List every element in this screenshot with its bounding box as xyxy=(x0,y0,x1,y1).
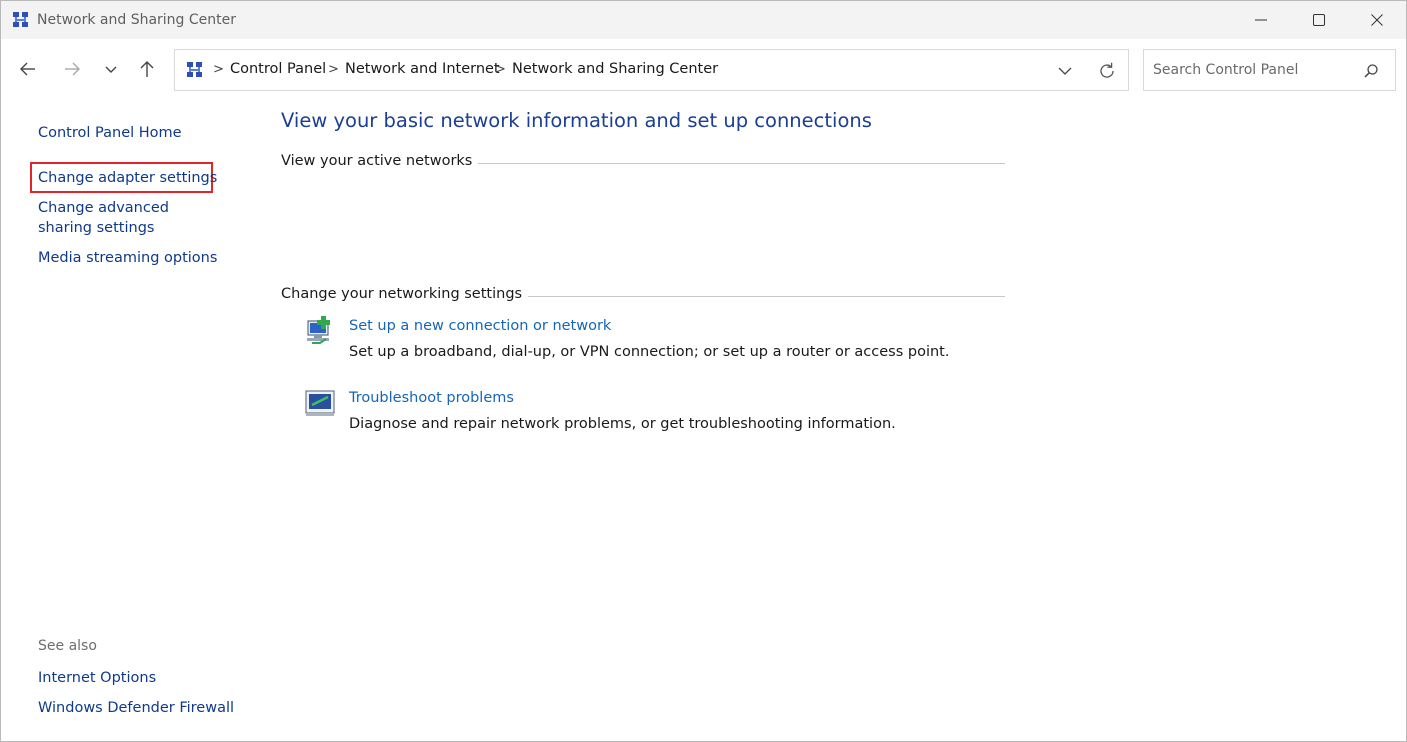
change-advanced-sharing-settings-link[interactable]: Change advanced sharing settings xyxy=(38,198,218,238)
address-dropdown-button[interactable] xyxy=(1055,62,1075,80)
search-box[interactable]: Search Control Panel xyxy=(1143,49,1396,91)
troubleshoot-icon[interactable] xyxy=(304,387,336,419)
control-panel-home-link[interactable]: Control Panel Home xyxy=(38,123,182,143)
breadcrumb-separator[interactable]: > xyxy=(495,62,506,77)
troubleshoot-problems-description: Diagnose and repair network problems, or… xyxy=(349,416,896,432)
page-title: View your basic network information and … xyxy=(281,109,872,132)
close-icon xyxy=(1371,14,1383,26)
recent-locations-button[interactable] xyxy=(98,56,124,82)
left-navigation-pane: Control Panel Home Change adapter settin… xyxy=(1,101,251,741)
up-button[interactable] xyxy=(134,56,160,82)
maximize-icon xyxy=(1313,14,1325,26)
window-title: Network and Sharing Center xyxy=(37,12,237,28)
setup-new-connection-link[interactable]: Set up a new connection or network xyxy=(349,318,611,334)
network-sharing-center-window: Network and Sharing Center > Control Pan… xyxy=(0,0,1407,742)
arrow-right-icon xyxy=(65,62,80,76)
change-adapter-settings-link[interactable]: Change adapter settings xyxy=(38,168,217,188)
back-button[interactable] xyxy=(15,56,41,82)
network-center-icon xyxy=(12,11,30,29)
refresh-icon xyxy=(1100,62,1114,78)
active-networks-label: View your active networks xyxy=(281,153,479,169)
chevron-down-icon xyxy=(105,66,117,73)
close-button[interactable] xyxy=(1348,1,1406,39)
windows-defender-firewall-link[interactable]: Windows Defender Firewall xyxy=(38,698,234,718)
see-also-label: See also xyxy=(38,638,97,654)
breadcrumb-control-panel[interactable]: Control Panel xyxy=(230,61,326,77)
internet-options-link[interactable]: Internet Options xyxy=(38,668,156,688)
title-bar[interactable]: Network and Sharing Center xyxy=(1,1,1406,39)
minimize-icon xyxy=(1255,19,1267,21)
search-icon[interactable] xyxy=(1362,62,1380,80)
breadcrumb-separator[interactable]: > xyxy=(213,62,224,77)
minimize-button[interactable] xyxy=(1232,1,1290,39)
search-input[interactable]: Search Control Panel xyxy=(1153,62,1298,78)
refresh-button[interactable] xyxy=(1096,60,1118,82)
active-networks-section: View your active networks xyxy=(281,153,1005,173)
networking-settings-section: Change your networking settings xyxy=(281,286,1005,306)
main-content: View your basic network information and … xyxy=(251,101,1406,741)
media-streaming-options-link[interactable]: Media streaming options xyxy=(38,248,217,268)
networking-settings-label: Change your networking settings xyxy=(281,286,529,302)
arrow-left-icon xyxy=(20,62,35,76)
forward-button[interactable] xyxy=(59,56,85,82)
control-panel-icon xyxy=(186,61,204,79)
address-bar[interactable]: > Control Panel > Network and Internet >… xyxy=(174,49,1129,91)
maximize-button[interactable] xyxy=(1290,1,1348,39)
navigation-bar: > Control Panel > Network and Internet >… xyxy=(1,39,1406,101)
new-connection-icon[interactable] xyxy=(304,315,336,347)
chevron-down-icon xyxy=(1058,67,1072,75)
breadcrumb-separator[interactable]: > xyxy=(328,62,339,77)
arrow-up-icon xyxy=(140,61,154,77)
troubleshoot-problems-link[interactable]: Troubleshoot problems xyxy=(349,390,514,406)
breadcrumb-network-and-internet[interactable]: Network and Internet xyxy=(345,61,500,77)
breadcrumb-network-and-sharing-center[interactable]: Network and Sharing Center xyxy=(512,61,718,77)
setup-new-connection-description: Set up a broadband, dial-up, or VPN conn… xyxy=(349,344,950,360)
